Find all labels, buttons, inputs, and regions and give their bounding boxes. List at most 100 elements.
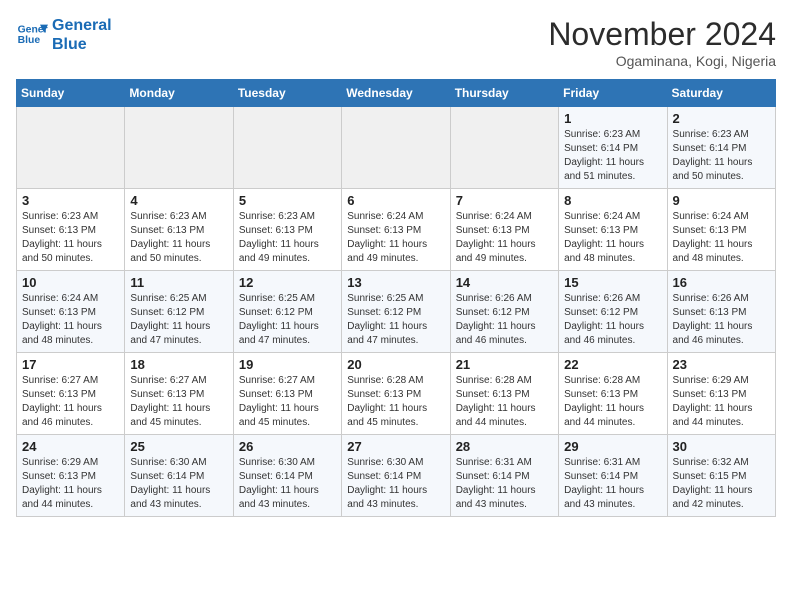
day-info: Sunrise: 6:24 AM Sunset: 6:13 PM Dayligh… [673,210,770,266]
calendar-day-cell: 8 Sunrise: 6:24 AM Sunset: 6:13 PM Daylig… [559,189,667,271]
day-number: 25 [130,439,227,454]
calendar-week-row: 24 Sunrise: 6:29 AM Sunset: 6:13 PM Dayli… [17,435,776,517]
day-info: Sunrise: 6:26 AM Sunset: 6:12 PM Dayligh… [456,292,553,348]
calendar-day-cell: 9 Sunrise: 6:24 AM Sunset: 6:13 PM Daylig… [667,189,775,271]
day-info: Sunrise: 6:27 AM Sunset: 6:13 PM Dayligh… [130,374,227,430]
calendar-day-cell: 27 Sunrise: 6:30 AM Sunset: 6:14 PM Dayli… [342,435,450,517]
day-number: 9 [673,193,770,208]
calendar-day-cell: 14 Sunrise: 6:26 AM Sunset: 6:12 PM Dayli… [450,271,558,353]
day-number: 16 [673,275,770,290]
day-info: Sunrise: 6:31 AM Sunset: 6:14 PM Dayligh… [456,456,553,512]
day-number: 17 [22,357,119,372]
calendar-day-cell: 28 Sunrise: 6:31 AM Sunset: 6:14 PM Dayli… [450,435,558,517]
logo: General Blue General Blue [16,16,112,54]
calendar-day-cell: 23 Sunrise: 6:29 AM Sunset: 6:13 PM Dayli… [667,353,775,435]
month-title: November 2024 [548,16,776,53]
calendar-day-cell: 20Sunrise: 6:28 AM Sunset: 6:13 PM Dayli… [342,353,450,435]
calendar-day-cell: 29Sunrise: 6:31 AM Sunset: 6:14 PM Dayli… [559,435,667,517]
calendar-day-cell: 1 Sunrise: 6:23 AM Sunset: 6:14 PM Daylig… [559,107,667,189]
day-number: 1 [564,111,661,126]
calendar-week-row: 3Sunrise: 6:23 AM Sunset: 6:13 PM Daylig… [17,189,776,271]
day-number: 15 [564,275,661,290]
day-info: Sunrise: 6:24 AM Sunset: 6:13 PM Dayligh… [22,292,119,348]
day-number: 5 [239,193,336,208]
weekday-header-row: SundayMondayTuesdayWednesdayThursdayFrid… [17,80,776,107]
calendar-day-cell: 18 Sunrise: 6:27 AM Sunset: 6:13 PM Dayli… [125,353,233,435]
day-number: 11 [130,275,227,290]
calendar-day-cell: 2 Sunrise: 6:23 AM Sunset: 6:14 PM Daylig… [667,107,775,189]
weekday-header-cell: Friday [559,80,667,107]
day-number: 20 [347,357,444,372]
weekday-header-cell: Monday [125,80,233,107]
title-area: November 2024 Ogaminana, Kogi, Nigeria [548,16,776,69]
calendar-day-cell: 6 Sunrise: 6:24 AM Sunset: 6:13 PM Daylig… [342,189,450,271]
day-number: 23 [673,357,770,372]
day-info: Sunrise: 6:30 AM Sunset: 6:14 PM Dayligh… [347,456,444,512]
day-info: Sunrise: 6:31 AM Sunset: 6:14 PM Dayligh… [564,456,661,512]
calendar-day-cell: 4Sunrise: 6:23 AM Sunset: 6:13 PM Daylig… [125,189,233,271]
day-number: 14 [456,275,553,290]
calendar-day-cell: 21 Sunrise: 6:28 AM Sunset: 6:13 PM Dayli… [450,353,558,435]
calendar-day-cell: 7Sunrise: 6:24 AM Sunset: 6:13 PM Daylig… [450,189,558,271]
day-number: 8 [564,193,661,208]
calendar-week-row: 10Sunrise: 6:24 AM Sunset: 6:13 PM Dayli… [17,271,776,353]
day-info: Sunrise: 6:25 AM Sunset: 6:12 PM Dayligh… [130,292,227,348]
day-info: Sunrise: 6:29 AM Sunset: 6:13 PM Dayligh… [673,374,770,430]
location-subtitle: Ogaminana, Kogi, Nigeria [548,53,776,69]
day-info: Sunrise: 6:28 AM Sunset: 6:13 PM Dayligh… [456,374,553,430]
logo-line1: General [52,16,112,35]
calendar-day-cell: 13Sunrise: 6:25 AM Sunset: 6:12 PM Dayli… [342,271,450,353]
day-number: 26 [239,439,336,454]
day-info: Sunrise: 6:30 AM Sunset: 6:14 PM Dayligh… [130,456,227,512]
day-info: Sunrise: 6:23 AM Sunset: 6:13 PM Dayligh… [239,210,336,266]
weekday-header-cell: Sunday [17,80,125,107]
day-info: Sunrise: 6:24 AM Sunset: 6:13 PM Dayligh… [347,210,444,266]
header: General Blue General Blue November 2024 … [16,16,776,69]
day-info: Sunrise: 6:30 AM Sunset: 6:14 PM Dayligh… [239,456,336,512]
day-info: Sunrise: 6:28 AM Sunset: 6:13 PM Dayligh… [564,374,661,430]
calendar-day-cell [342,107,450,189]
day-info: Sunrise: 6:25 AM Sunset: 6:12 PM Dayligh… [239,292,336,348]
day-number: 30 [673,439,770,454]
day-info: Sunrise: 6:23 AM Sunset: 6:14 PM Dayligh… [673,128,770,184]
calendar-table: SundayMondayTuesdayWednesdayThursdayFrid… [16,79,776,517]
day-info: Sunrise: 6:23 AM Sunset: 6:14 PM Dayligh… [564,128,661,184]
day-info: Sunrise: 6:27 AM Sunset: 6:13 PM Dayligh… [22,374,119,430]
calendar-week-row: 1 Sunrise: 6:23 AM Sunset: 6:14 PM Daylig… [17,107,776,189]
day-number: 7 [456,193,553,208]
logo-icon: General Blue [16,21,48,49]
calendar-day-cell: 24 Sunrise: 6:29 AM Sunset: 6:13 PM Dayli… [17,435,125,517]
calendar-week-row: 17 Sunrise: 6:27 AM Sunset: 6:13 PM Dayli… [17,353,776,435]
day-number: 18 [130,357,227,372]
calendar-day-cell: 10Sunrise: 6:24 AM Sunset: 6:13 PM Dayli… [17,271,125,353]
day-number: 21 [456,357,553,372]
calendar-day-cell: 3Sunrise: 6:23 AM Sunset: 6:13 PM Daylig… [17,189,125,271]
day-number: 28 [456,439,553,454]
day-number: 2 [673,111,770,126]
day-number: 4 [130,193,227,208]
day-info: Sunrise: 6:26 AM Sunset: 6:12 PM Dayligh… [564,292,661,348]
day-number: 24 [22,439,119,454]
day-info: Sunrise: 6:27 AM Sunset: 6:13 PM Dayligh… [239,374,336,430]
weekday-header-cell: Tuesday [233,80,341,107]
logo-line2: Blue [52,35,112,54]
day-number: 22 [564,357,661,372]
calendar-day-cell: 16Sunrise: 6:26 AM Sunset: 6:13 PM Dayli… [667,271,775,353]
calendar-day-cell [125,107,233,189]
calendar-day-cell: 25 Sunrise: 6:30 AM Sunset: 6:14 PM Dayli… [125,435,233,517]
svg-text:Blue: Blue [18,35,41,46]
calendar-body: 1 Sunrise: 6:23 AM Sunset: 6:14 PM Daylig… [17,107,776,517]
calendar-day-cell: 11 Sunrise: 6:25 AM Sunset: 6:12 PM Dayli… [125,271,233,353]
day-info: Sunrise: 6:23 AM Sunset: 6:13 PM Dayligh… [22,210,119,266]
day-number: 27 [347,439,444,454]
day-info: Sunrise: 6:25 AM Sunset: 6:12 PM Dayligh… [347,292,444,348]
day-info: Sunrise: 6:32 AM Sunset: 6:15 PM Dayligh… [673,456,770,512]
day-info: Sunrise: 6:29 AM Sunset: 6:13 PM Dayligh… [22,456,119,512]
calendar-day-cell: 15 Sunrise: 6:26 AM Sunset: 6:12 PM Dayli… [559,271,667,353]
weekday-header-cell: Wednesday [342,80,450,107]
day-info: Sunrise: 6:24 AM Sunset: 6:13 PM Dayligh… [564,210,661,266]
weekday-header-cell: Thursday [450,80,558,107]
day-number: 6 [347,193,444,208]
calendar-day-cell [450,107,558,189]
calendar-day-cell: 22 Sunrise: 6:28 AM Sunset: 6:13 PM Dayli… [559,353,667,435]
